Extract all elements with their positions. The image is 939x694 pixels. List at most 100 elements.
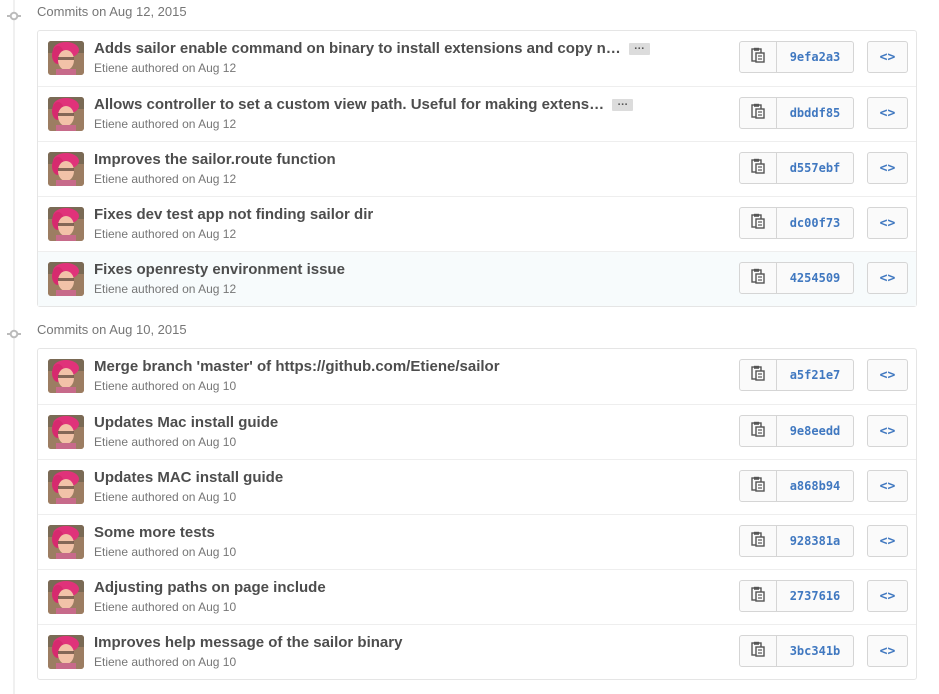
copy-sha-button[interactable]	[739, 470, 777, 502]
commit-message-link[interactable]: Updates Mac install guide	[94, 414, 278, 431]
avatar[interactable]	[48, 635, 84, 669]
code-icon: <>	[879, 105, 896, 121]
commit-meta: Etiene authored on Aug 10	[94, 379, 237, 393]
commit-sha-button[interactable]: d557ebf	[777, 152, 854, 184]
commit-title: Some more tests	[94, 524, 215, 541]
commit-sha-button[interactable]: a868b94	[777, 470, 854, 502]
avatar[interactable]	[48, 359, 84, 393]
commit-group-date: Commits on Aug 12, 2015	[37, 4, 187, 19]
avatar[interactable]	[48, 580, 84, 614]
commit-message-link[interactable]: Updates MAC install guide	[94, 469, 283, 486]
commit-sha-button[interactable]: 9efa2a3	[777, 41, 854, 73]
clipboard-icon	[751, 531, 765, 552]
browse-code-button[interactable]: <>	[867, 41, 908, 73]
commit-sha-button[interactable]: dbddf85	[777, 97, 854, 129]
expand-message-button[interactable]: …	[612, 97, 634, 112]
commit-title: Fixes dev test app not finding sailor di…	[94, 206, 373, 223]
clipboard-icon	[751, 213, 765, 234]
avatar[interactable]	[48, 207, 84, 241]
commit-meta: Etiene authored on Aug 12	[94, 282, 237, 296]
commit-message-link[interactable]: Allows controller to set a custom view p…	[94, 96, 604, 113]
commit-row: Allows controller to set a custom view p…	[38, 86, 916, 141]
commit-group-date: Commits on Aug 10, 2015	[37, 322, 187, 337]
copy-sha-button[interactable]	[739, 152, 777, 184]
code-icon: <>	[879, 533, 896, 549]
avatar[interactable]	[48, 262, 84, 296]
commit-meta: Etiene authored on Aug 12	[94, 117, 237, 131]
copy-sha-button[interactable]	[739, 41, 777, 73]
copy-sha-button[interactable]	[739, 97, 777, 129]
commit-list: Adds sailor enable command on binary to …	[37, 30, 917, 307]
commit-message-link[interactable]: Adjusting paths on page include	[94, 579, 326, 596]
copy-sha-button[interactable]	[739, 415, 777, 447]
commit-row: Improves help message of the sailor bina…	[38, 624, 916, 679]
commit-title: Improves the sailor.route function	[94, 151, 336, 168]
commit-message-link[interactable]: Adds sailor enable command on binary to …	[94, 40, 621, 57]
browse-code-button[interactable]: <>	[867, 470, 908, 502]
copy-sha-button[interactable]	[739, 359, 777, 391]
sha-button-group: 2737616	[739, 580, 854, 612]
browse-code-button[interactable]: <>	[867, 262, 908, 294]
clipboard-icon	[751, 586, 765, 607]
commit-sha-button[interactable]: 4254509	[777, 262, 854, 294]
commit-row: Adds sailor enable command on binary to …	[38, 31, 916, 86]
sha-button-group: 9e8eedd	[739, 415, 854, 447]
browse-code-button[interactable]: <>	[867, 415, 908, 447]
commit-row: Fixes openresty environment issue Etiene …	[38, 251, 916, 306]
commit-title: Adds sailor enable command on binary to …	[94, 40, 650, 57]
expand-message-button[interactable]: …	[628, 41, 650, 56]
commit-sha-button[interactable]: 2737616	[777, 580, 854, 612]
commit-group-header: Commits on Aug 12, 2015	[0, 0, 939, 24]
copy-sha-button[interactable]	[739, 207, 777, 239]
commit-sha-button[interactable]: dc00f73	[777, 207, 854, 239]
browse-code-button[interactable]: <>	[867, 359, 908, 391]
commit-sha-button[interactable]: a5f21e7	[777, 359, 854, 391]
commit-sha-button[interactable]: 3bc341b	[777, 635, 854, 667]
code-icon: <>	[879, 643, 896, 659]
browse-code-button[interactable]: <>	[867, 635, 908, 667]
sha-button-group: a868b94	[739, 470, 854, 502]
commit-title: Merge branch 'master' of https://github.…	[94, 358, 500, 375]
commit-sha-button[interactable]: 9e8eedd	[777, 415, 854, 447]
browse-code-button[interactable]: <>	[867, 580, 908, 612]
avatar[interactable]	[48, 152, 84, 186]
copy-sha-button[interactable]	[739, 262, 777, 294]
sha-button-group: 3bc341b	[739, 635, 854, 667]
commit-row: Adjusting paths on page include Etiene au…	[38, 569, 916, 624]
copy-sha-button[interactable]	[739, 525, 777, 557]
commit-title: Adjusting paths on page include	[94, 579, 326, 596]
commit-group: Commits on Aug 12, 2015 Adds sailor enab…	[0, 0, 939, 307]
copy-sha-button[interactable]	[739, 635, 777, 667]
browse-code-button[interactable]: <>	[867, 207, 908, 239]
sha-button-group: 4254509	[739, 262, 854, 294]
commit-group: Commits on Aug 10, 2015 Merge branch 'ma…	[0, 318, 939, 680]
clipboard-icon	[751, 476, 765, 497]
code-icon: <>	[879, 215, 896, 231]
commit-title: Allows controller to set a custom view p…	[94, 96, 634, 113]
commit-message-link[interactable]: Fixes dev test app not finding sailor di…	[94, 206, 373, 223]
commit-message-link[interactable]: Improves the sailor.route function	[94, 151, 336, 168]
commit-message-link[interactable]: Fixes openresty environment issue	[94, 261, 345, 278]
git-commit-icon	[7, 324, 21, 339]
browse-code-button[interactable]: <>	[867, 152, 908, 184]
browse-code-button[interactable]: <>	[867, 525, 908, 557]
commit-message-link[interactable]: Some more tests	[94, 524, 215, 541]
commit-sha-button[interactable]: 928381a	[777, 525, 854, 557]
commit-title: Improves help message of the sailor bina…	[94, 634, 402, 651]
avatar[interactable]	[48, 97, 84, 131]
commit-meta: Etiene authored on Aug 12	[94, 172, 237, 186]
commit-message-link[interactable]: Merge branch 'master' of https://github.…	[94, 358, 500, 375]
commit-row: Updates Mac install guide Etiene authored…	[38, 404, 916, 459]
commit-group-header: Commits on Aug 10, 2015	[0, 318, 939, 342]
copy-sha-button[interactable]	[739, 580, 777, 612]
browse-code-button[interactable]: <>	[867, 97, 908, 129]
avatar[interactable]	[48, 41, 84, 75]
code-icon: <>	[879, 367, 896, 383]
commit-message-link[interactable]: Improves help message of the sailor bina…	[94, 634, 402, 651]
commit-row: Merge branch 'master' of https://github.…	[38, 349, 916, 404]
avatar[interactable]	[48, 470, 84, 504]
commit-row: Fixes dev test app not finding sailor di…	[38, 196, 916, 251]
avatar[interactable]	[48, 415, 84, 449]
clipboard-icon	[751, 268, 765, 289]
avatar[interactable]	[48, 525, 84, 559]
